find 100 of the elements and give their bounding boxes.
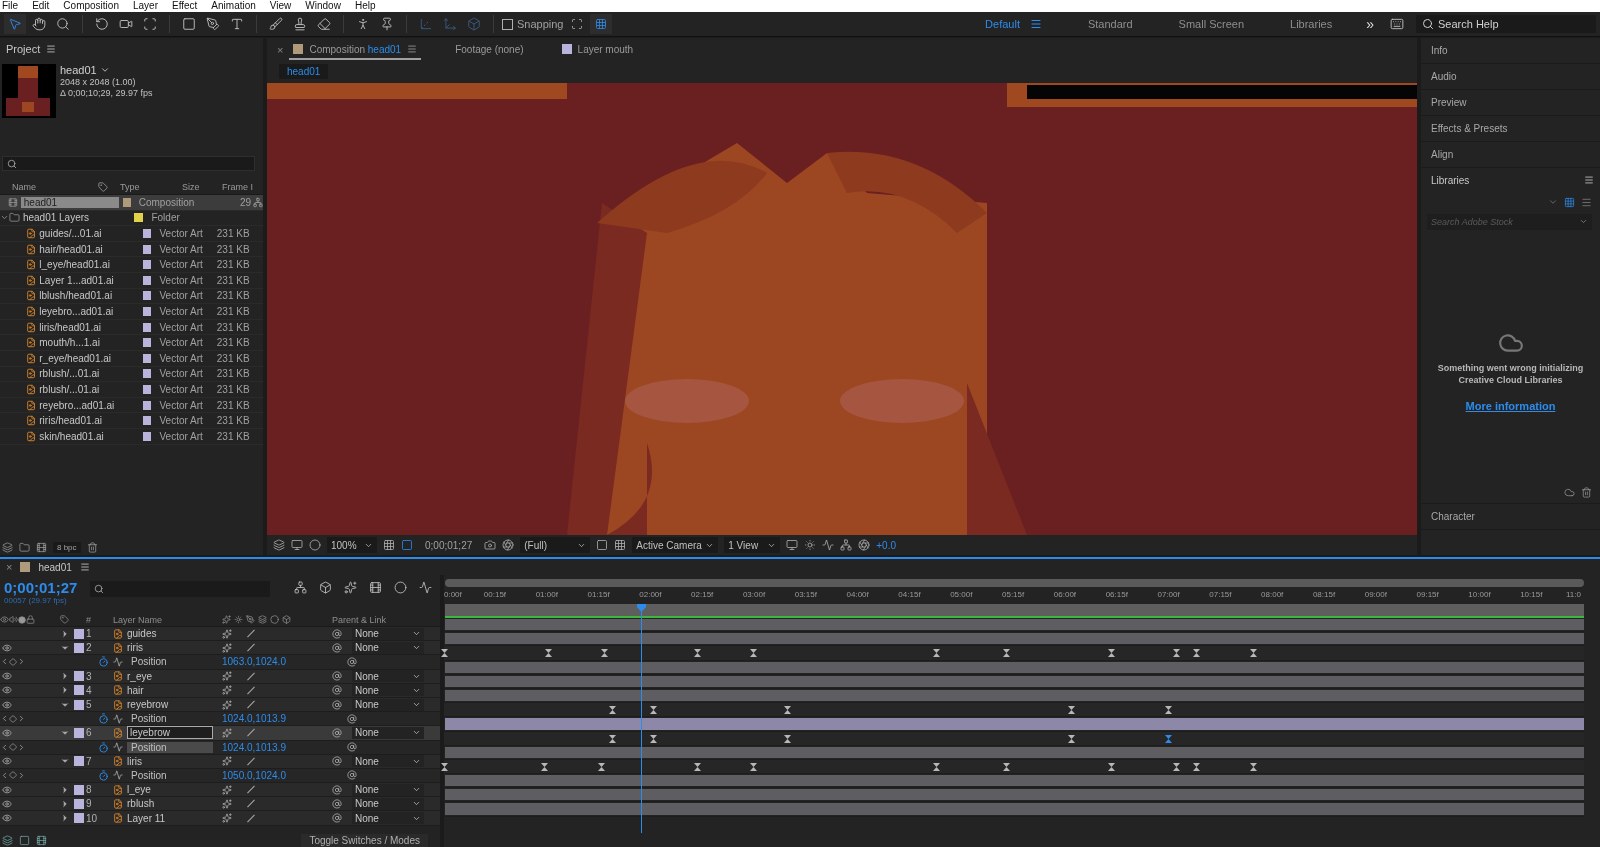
eye-icon[interactable] bbox=[2, 699, 12, 710]
pickwhip-icon[interactable] bbox=[332, 756, 342, 767]
layer-row[interactable]: 6 leyebrow None bbox=[0, 726, 440, 741]
project-item[interactable]: leyebro...ad01.ai Vector Art 231 KB bbox=[0, 304, 263, 320]
project-item[interactable]: r_eye/head01.ai Vector Art 231 KB bbox=[0, 350, 263, 367]
layer-name[interactable]: rblush bbox=[127, 798, 155, 810]
layer-row[interactable]: 8 l_eye None bbox=[0, 783, 440, 798]
panel-title[interactable]: Audio bbox=[1431, 71, 1457, 82]
stopwatch-icon[interactable] bbox=[98, 656, 109, 668]
add-keyframe-icon[interactable] bbox=[9, 714, 17, 723]
bit-depth[interactable]: 8 bpc bbox=[53, 541, 81, 553]
layer-name[interactable]: reyebrow bbox=[127, 699, 169, 711]
menu-icon[interactable] bbox=[407, 44, 418, 54]
more-workspaces[interactable]: » bbox=[1366, 16, 1374, 32]
sync-icon[interactable] bbox=[1564, 486, 1575, 498]
layer-duration-bar[interactable] bbox=[445, 789, 1584, 801]
timeline-tab[interactable]: head01 bbox=[38, 561, 72, 573]
pickwhip-icon[interactable] bbox=[347, 742, 357, 753]
snap-features-icon[interactable] bbox=[594, 18, 607, 30]
panel-title[interactable]: Info bbox=[1431, 45, 1448, 56]
exposure-value[interactable]: +0.0 bbox=[876, 539, 896, 551]
shy-icon[interactable] bbox=[222, 642, 232, 653]
keyframe-icon[interactable] bbox=[608, 734, 616, 743]
layer-name[interactable]: riris bbox=[127, 642, 144, 654]
parent-dropdown[interactable]: None bbox=[352, 670, 424, 683]
graph-icon[interactable] bbox=[113, 713, 123, 724]
add-keyframe-icon[interactable] bbox=[9, 657, 17, 666]
project-item[interactable]: head01 Layers Folder bbox=[0, 210, 263, 227]
current-time[interactable]: 0;00;01;27 bbox=[4, 579, 80, 596]
checkerboard-icon[interactable] bbox=[614, 539, 627, 551]
pickwhip-icon[interactable] bbox=[332, 685, 342, 696]
flowchart-icon[interactable] bbox=[253, 196, 263, 208]
fast-preview-icon[interactable] bbox=[804, 539, 817, 551]
label-icon[interactable] bbox=[98, 181, 108, 192]
keyframe-icon[interactable] bbox=[600, 649, 608, 658]
pickwhip-icon[interactable] bbox=[347, 713, 357, 724]
column-header[interactable]: Layer Name bbox=[113, 614, 163, 625]
pin-tool-icon[interactable] bbox=[380, 17, 394, 31]
parent-dropdown[interactable]: None bbox=[352, 797, 424, 810]
keyframe-icon[interactable] bbox=[749, 762, 757, 771]
column-header[interactable]: Frame I bbox=[222, 181, 253, 192]
breadcrumb[interactable]: head01 bbox=[279, 63, 329, 79]
layer-name[interactable]: hair bbox=[127, 684, 144, 696]
panel-title[interactable]: Project bbox=[6, 43, 41, 55]
project-item[interactable]: l_eye/head01.ai Vector Art 231 KB bbox=[0, 257, 263, 273]
parent-dropdown[interactable]: None bbox=[352, 627, 424, 640]
shy-icon[interactable] bbox=[222, 671, 232, 682]
eye-icon[interactable] bbox=[2, 671, 12, 682]
interpret-footage-icon[interactable] bbox=[2, 541, 13, 553]
workspace-tab[interactable]: Default bbox=[963, 18, 1064, 30]
stopwatch-icon[interactable] bbox=[98, 769, 109, 781]
draft-3d-icon[interactable] bbox=[319, 581, 332, 594]
layer-name[interactable]: leyebrow bbox=[127, 726, 213, 740]
keyframe-icon[interactable] bbox=[1068, 734, 1075, 743]
lock-icon[interactable] bbox=[26, 615, 35, 624]
resolution-dropdown[interactable]: (Full) bbox=[520, 537, 591, 553]
menu-item[interactable]: Help bbox=[354, 0, 376, 12]
comp-name[interactable]: head01 bbox=[60, 64, 97, 76]
panel-title[interactable]: Effects & Presets bbox=[1431, 123, 1508, 134]
previous-keyframe-icon[interactable] bbox=[0, 770, 9, 780]
color-channels-icon[interactable] bbox=[502, 539, 515, 551]
keyframe-icon[interactable] bbox=[694, 762, 702, 771]
folder-icon[interactable] bbox=[8, 212, 20, 224]
keyframe-icon[interactable] bbox=[1250, 762, 1258, 771]
composition-mini-flowchart-icon[interactable] bbox=[294, 581, 307, 594]
figure-tool-icon[interactable] bbox=[356, 17, 370, 31]
pickwhip-icon[interactable] bbox=[347, 656, 357, 667]
keyframe-icon[interactable] bbox=[784, 706, 792, 715]
add-keyframe-icon[interactable] bbox=[9, 771, 17, 780]
transfer-controls-icon[interactable] bbox=[19, 834, 30, 846]
stopwatch-icon[interactable] bbox=[98, 741, 109, 753]
keyframe-icon[interactable] bbox=[784, 734, 792, 743]
keyframe-icon[interactable] bbox=[933, 762, 941, 771]
property-value[interactable]: 1024.0,1013.9 bbox=[222, 741, 286, 753]
view-layout-dropdown[interactable]: 1 View bbox=[724, 537, 781, 553]
label-icon[interactable] bbox=[60, 615, 69, 624]
keyframe-icon[interactable] bbox=[1107, 649, 1115, 658]
expand-icon[interactable] bbox=[60, 798, 70, 809]
graph-icon[interactable] bbox=[113, 656, 123, 667]
close-icon[interactable]: × bbox=[277, 44, 284, 56]
parent-dropdown[interactable]: None bbox=[352, 783, 424, 796]
layer-switches-icon[interactable] bbox=[2, 834, 13, 846]
column-header[interactable]: Type bbox=[120, 181, 182, 192]
shy-icon[interactable] bbox=[222, 798, 232, 809]
stamp-tool-icon[interactable] bbox=[293, 17, 307, 31]
shy-icon[interactable] bbox=[222, 727, 232, 738]
eye-icon[interactable] bbox=[2, 642, 12, 653]
rotate-tool-icon[interactable] bbox=[95, 17, 109, 31]
eye-icon[interactable] bbox=[2, 784, 12, 795]
menu-item[interactable]: Animation bbox=[211, 0, 256, 12]
property-value[interactable]: 1050.0,1024.0 bbox=[222, 769, 286, 781]
pickwhip-icon[interactable] bbox=[332, 813, 342, 824]
keyframe-icon[interactable] bbox=[608, 706, 616, 715]
pickwhip-icon[interactable] bbox=[332, 798, 342, 809]
property-name[interactable]: Position bbox=[127, 656, 171, 668]
shy-icon[interactable] bbox=[222, 784, 232, 795]
new-composition-icon[interactable] bbox=[36, 541, 47, 553]
trash-icon[interactable] bbox=[1581, 486, 1592, 498]
transparency-icon[interactable] bbox=[401, 539, 413, 551]
grid-icon[interactable] bbox=[383, 539, 395, 551]
